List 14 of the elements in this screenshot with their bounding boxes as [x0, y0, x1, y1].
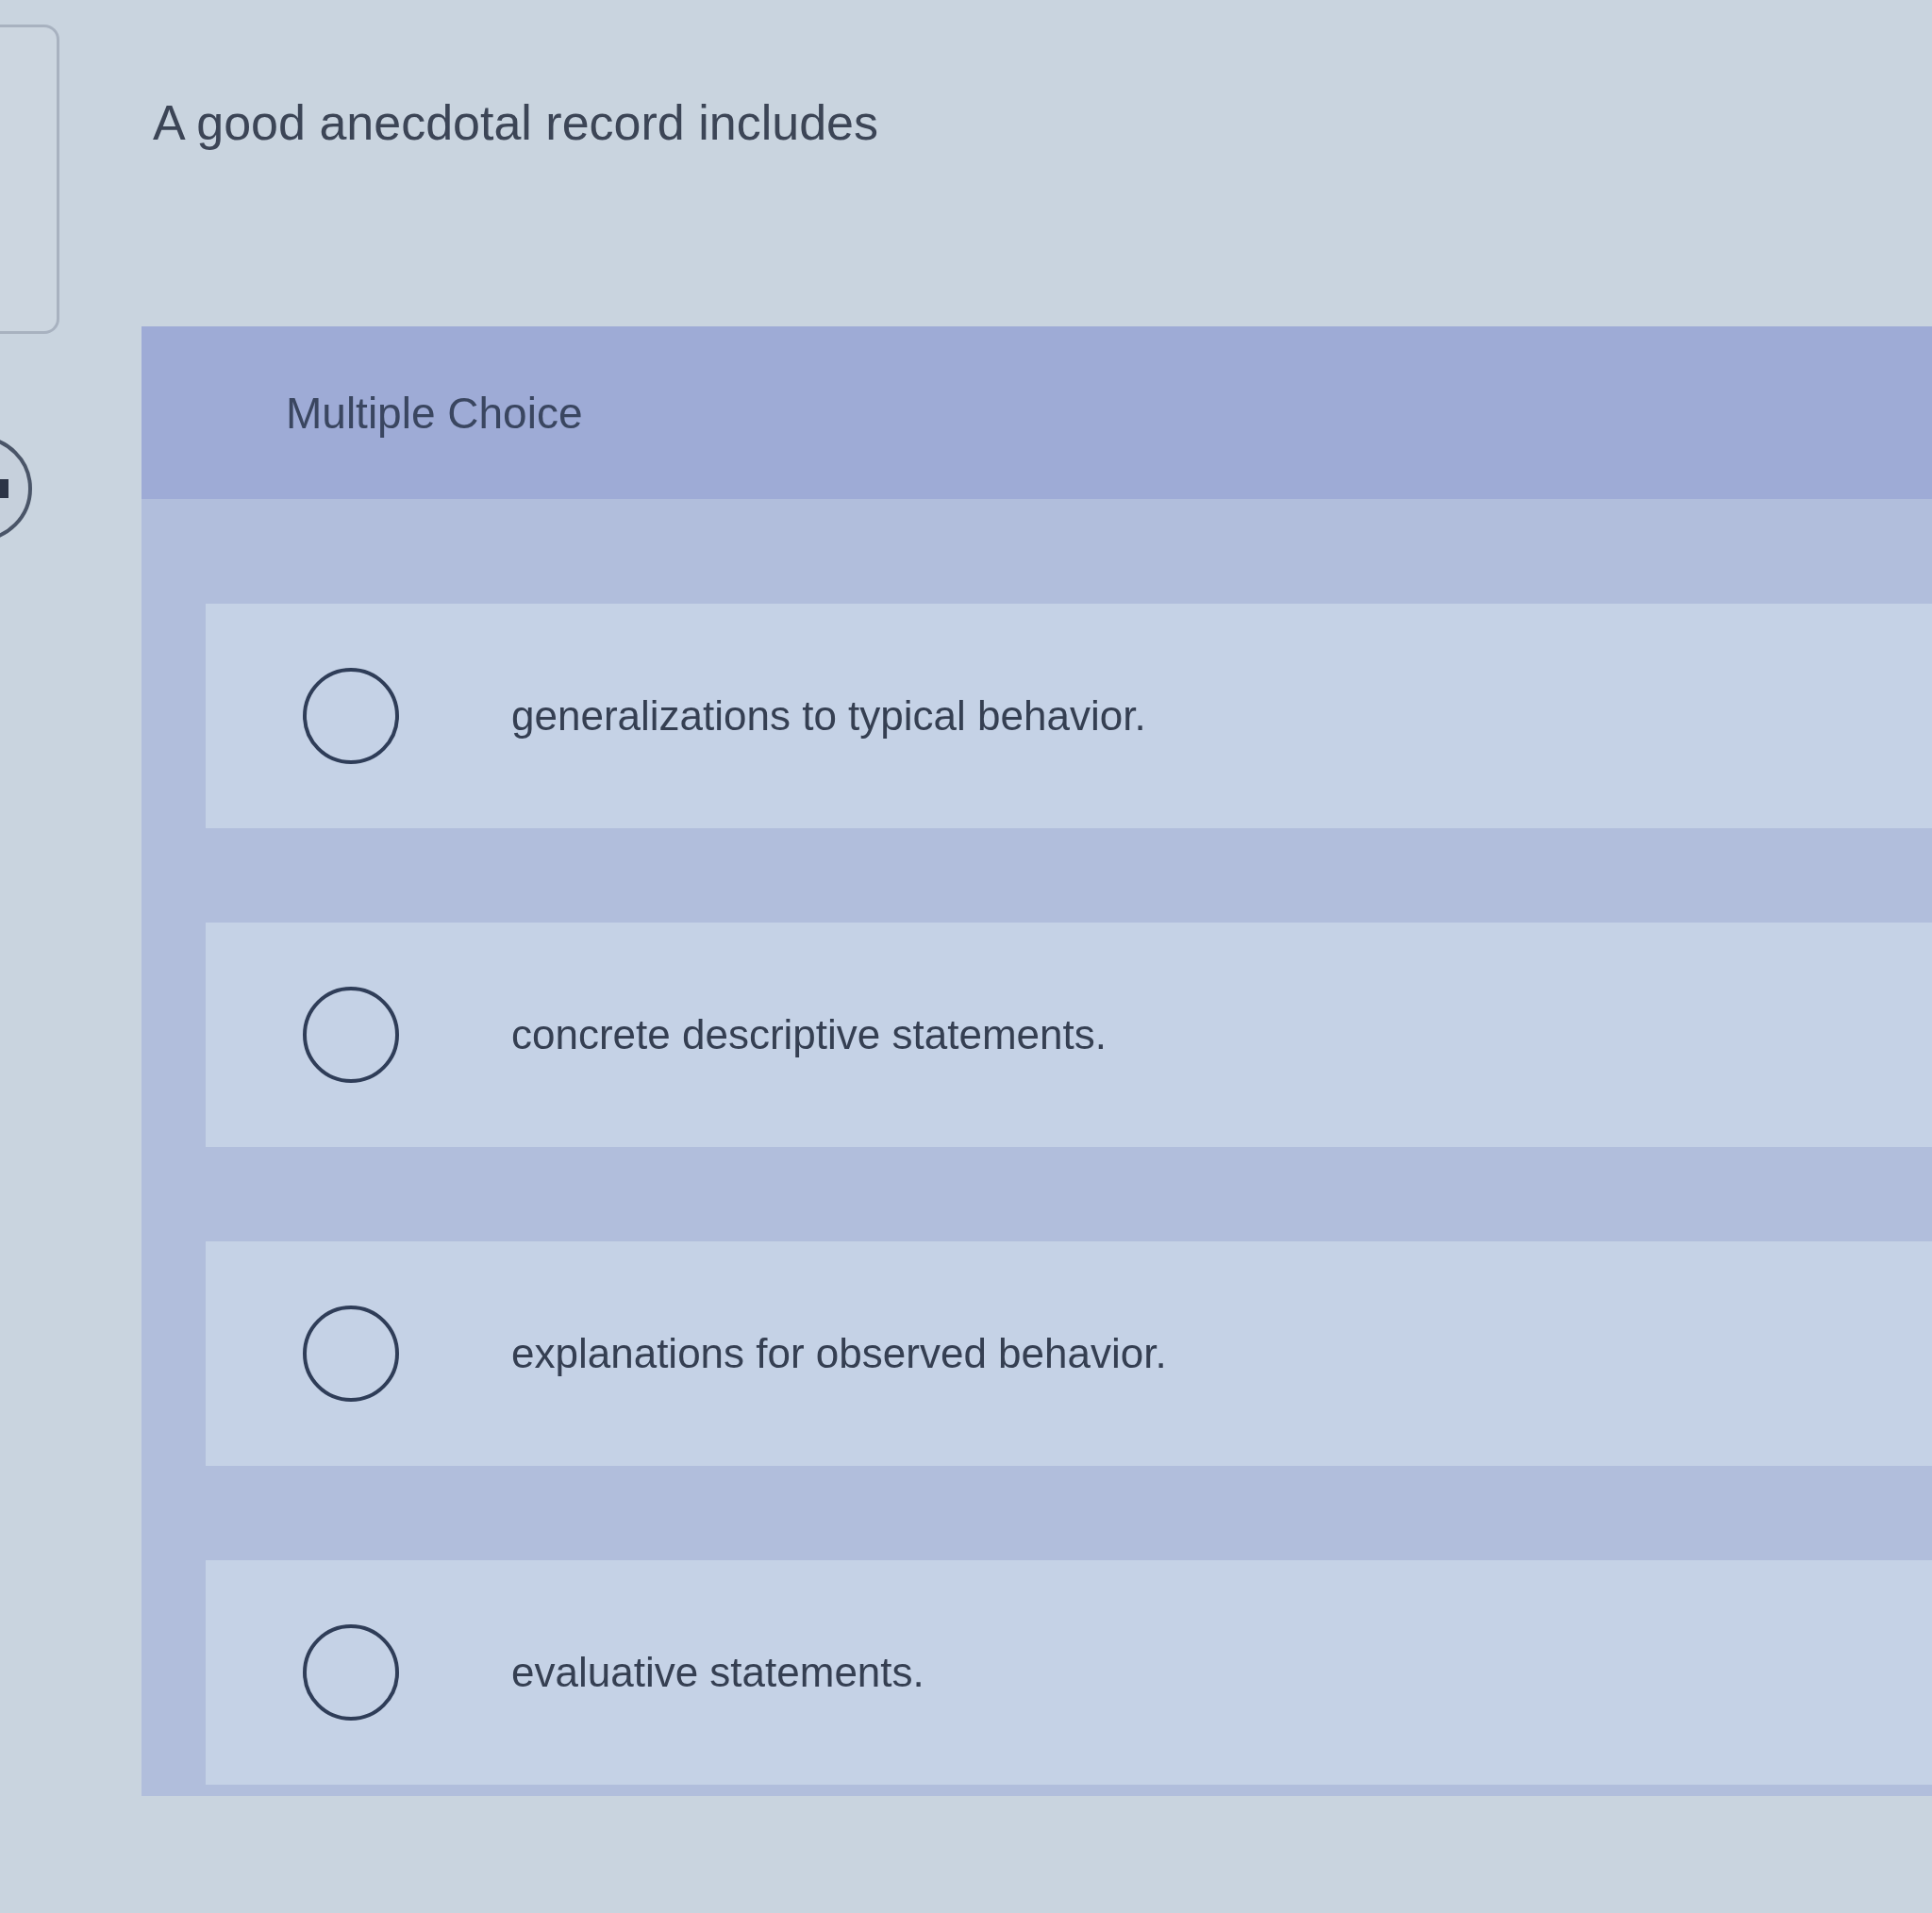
answer-option[interactable]: explanations for observed behavior.	[206, 1241, 1932, 1466]
answer-option[interactable]: concrete descriptive statements.	[206, 923, 1932, 1147]
question-type-label: Multiple Choice	[286, 387, 583, 439]
radio-button[interactable]	[302, 986, 400, 1084]
radio-button[interactable]	[302, 667, 400, 765]
option-text: concrete descriptive statements.	[511, 1011, 1107, 1058]
answer-option[interactable]: evaluative statements.	[206, 1560, 1932, 1785]
answer-option[interactable]: generalizations to typical behavior.	[206, 604, 1932, 828]
radio-button[interactable]	[302, 1305, 400, 1403]
question-text: A good anecdotal record includes	[153, 94, 879, 152]
option-text: explanations for observed behavior.	[511, 1330, 1167, 1377]
option-text: evaluative statements.	[511, 1649, 924, 1696]
option-text: generalizations to typical behavior.	[511, 692, 1146, 740]
radio-button[interactable]	[302, 1623, 400, 1722]
